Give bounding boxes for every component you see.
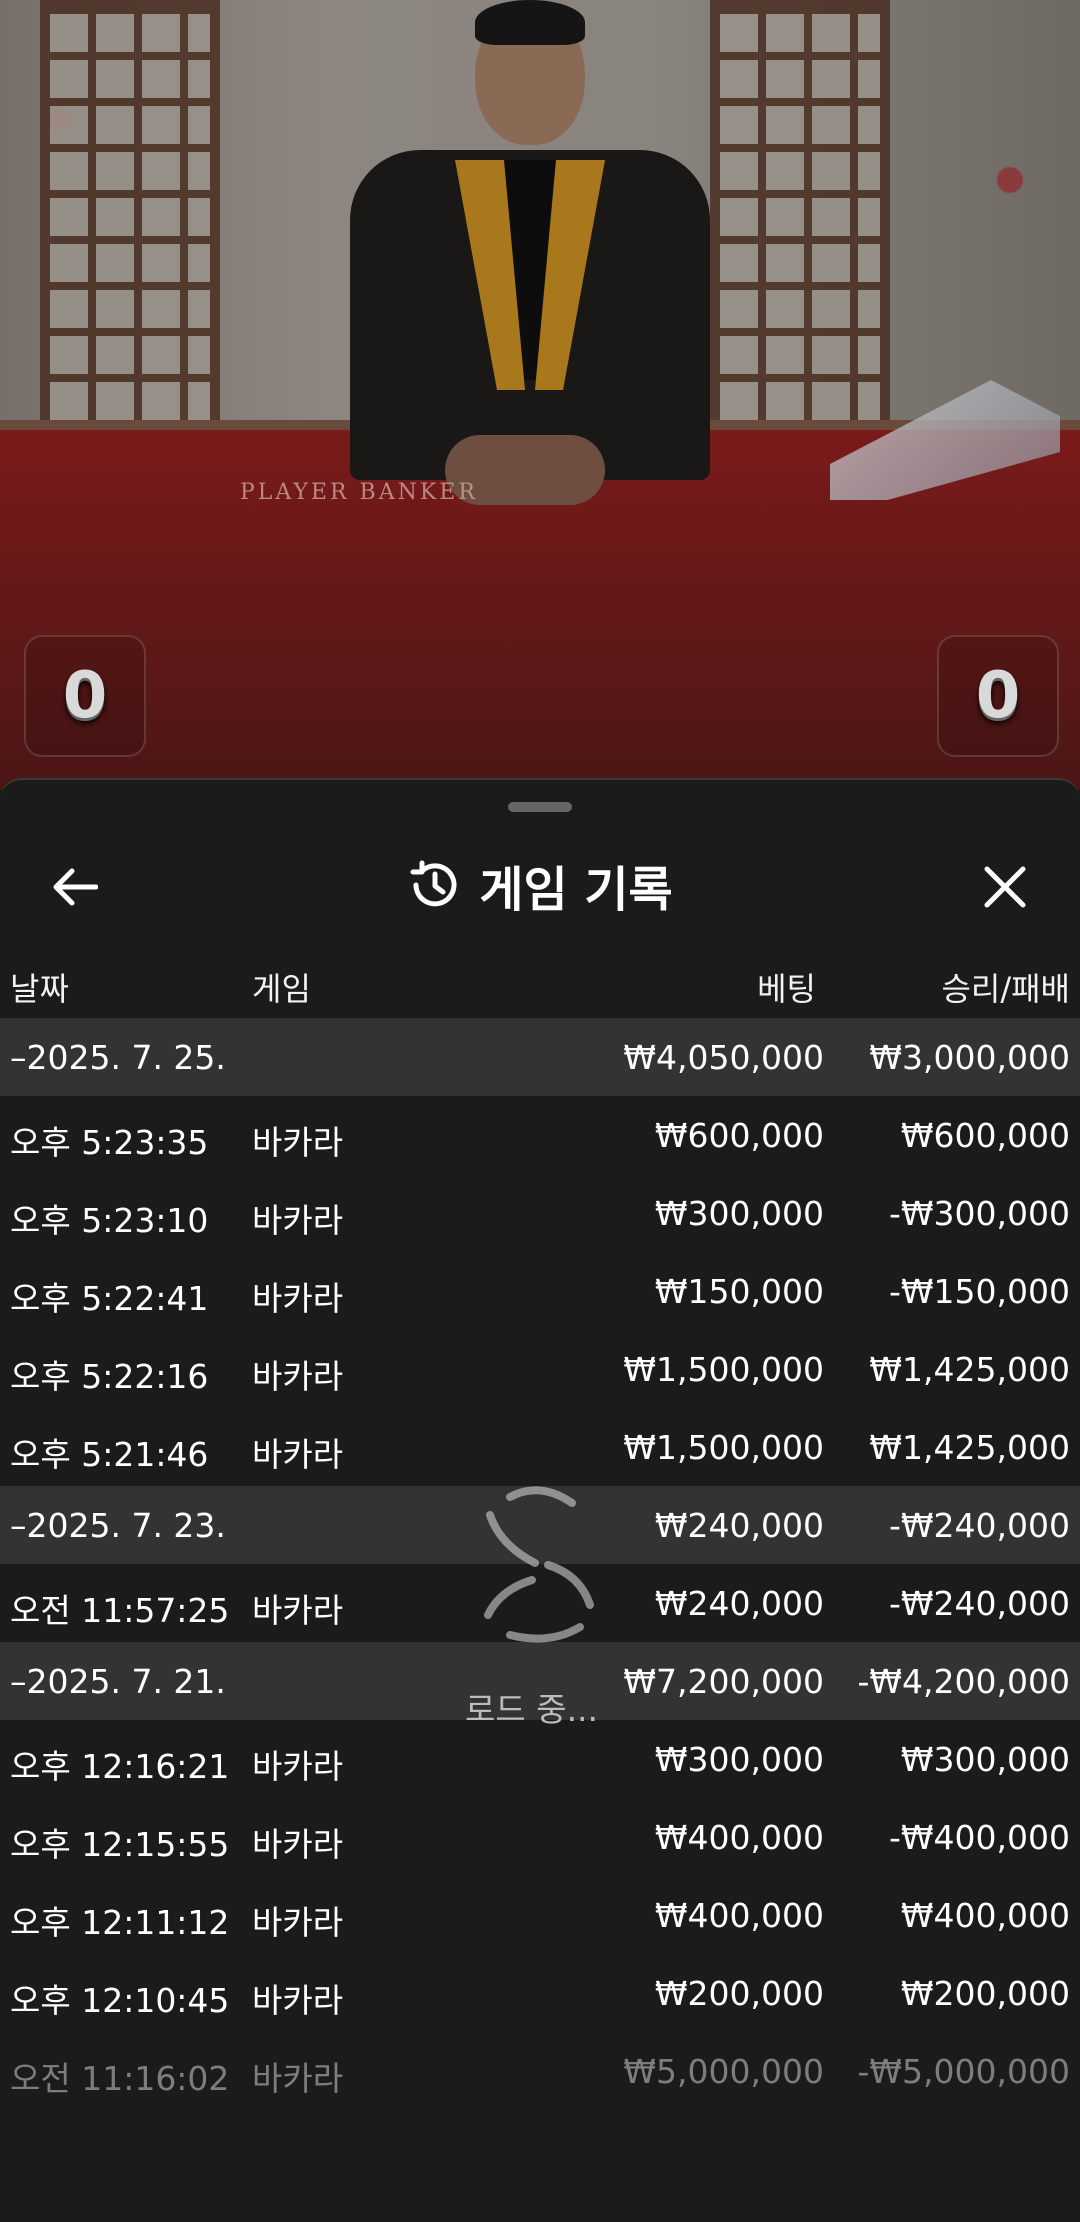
table-label: PLAYER BANKER [240,480,478,505]
row-result: ₩400,000 [900,1896,1070,1935]
row-result: -₩5,000,000 [857,2052,1071,2091]
group-date: –2025. 7. 23. [10,1506,226,1545]
row-time: 오후 12:16:21 [10,1747,230,1786]
row-game: 바카라 [252,1981,344,2020]
history-row: 오후 12:11:12 바카라 ₩400,000 ₩400,000 [0,1876,1080,1954]
row-bet: ₩600,000 [654,1116,824,1155]
row-bet: ₩150,000 [654,1272,824,1311]
group-result-total: -₩4,200,000 [857,1662,1071,1701]
row-game: 바카라 [252,2059,344,2098]
row-time: 오전 11:16:02 [10,2059,230,2098]
history-row: 오후 12:10:45 바카라 ₩200,000 ₩200,000 [0,1954,1080,2032]
banker-score-box: 0 [937,635,1059,757]
back-button[interactable] [40,852,110,922]
history-row: 오후 5:22:16 바카라 ₩1,500,000 ₩1,425,000 [0,1330,1080,1408]
row-result: ₩200,000 [900,1974,1070,2013]
row-bet: ₩200,000 [654,1974,824,2013]
column-result: 승리/패배 [941,970,1070,1008]
arrow-left-icon [53,868,98,906]
row-time: 오전 11:57:25 [10,1591,230,1630]
row-game: 바카라 [252,1435,344,1474]
sheet-header: 게임 기록 [0,830,1080,940]
group-bet-total: ₩7,200,000 [623,1662,824,1701]
history-row: 오후 5:21:46 바카라 ₩1,500,000 ₩1,425,000 [0,1408,1080,1486]
history-icon [410,860,457,907]
column-headers: 날짜 게임 베팅 승리/패배 [0,950,1080,1020]
row-game: 바카라 [252,1201,344,1240]
column-date: 날짜 [10,970,69,1008]
column-bet: 베팅 [757,970,816,1008]
row-bet: ₩1,500,000 [623,1428,824,1467]
date-group-row[interactable]: –2025. 7. 25. ₩4,050,000 ₩3,000,000 [0,1018,1080,1096]
history-row: 오후 5:23:35 바카라 ₩600,000 ₩600,000 [0,1096,1080,1174]
row-result: -₩300,000 [888,1194,1070,1233]
dealer [350,0,710,520]
history-row: 오후 12:16:21 바카라 ₩300,000 ₩300,000 [0,1720,1080,1798]
lattice-panel-left [40,0,220,430]
live-video-view: PLAYER BANKER 0 0 [0,0,1080,790]
group-date: –2025. 7. 21. [10,1662,226,1701]
row-game: 바카라 [252,1825,344,1864]
group-result-total: ₩3,000,000 [869,1038,1070,1077]
player-score: 0 [62,659,108,733]
row-bet: ₩300,000 [654,1740,824,1779]
row-result: ₩1,425,000 [869,1428,1070,1467]
loading-spinner-icon [484,1486,594,1643]
group-date: –2025. 7. 25. [10,1038,226,1077]
row-time: 오후 5:23:35 [10,1123,209,1162]
lattice-panel-right [710,0,890,430]
sheet-title: 게임 기록 [479,862,673,918]
row-game: 바카라 [252,1747,344,1786]
banker-score: 0 [975,659,1021,733]
row-bet: ₩400,000 [654,1896,824,1935]
history-row: 오후 5:23:10 바카라 ₩300,000 -₩300,000 [0,1174,1080,1252]
row-time: 오후 5:22:16 [10,1357,209,1396]
row-result: ₩300,000 [900,1740,1070,1779]
row-game: 바카라 [252,1123,344,1162]
history-row: 오전 11:16:02 바카라 ₩5,000,000 -₩5,000,000 [0,2032,1080,2110]
loading-text: 로드 중... [465,1690,599,1729]
close-button[interactable] [970,852,1040,922]
group-bet-total: ₩240,000 [654,1506,824,1545]
row-bet: ₩5,000,000 [623,2052,824,2091]
row-time: 오후 5:22:41 [10,1279,209,1318]
row-result: ₩1,425,000 [869,1350,1070,1389]
close-icon [984,866,1026,908]
row-bet: ₩1,500,000 [623,1350,824,1389]
group-bet-total: ₩4,050,000 [623,1038,824,1077]
column-game: 게임 [252,970,311,1008]
row-game: 바카라 [252,1903,344,1942]
row-bet: ₩240,000 [654,1584,824,1623]
player-score-box: 0 [24,635,146,757]
group-result-total: -₩240,000 [888,1506,1070,1545]
row-game: 바카라 [252,1591,344,1630]
row-time: 오후 12:15:55 [10,1825,230,1864]
row-bet: ₩400,000 [654,1818,824,1857]
row-result: -₩400,000 [888,1818,1070,1857]
row-time: 오후 5:21:46 [10,1435,209,1474]
row-result: -₩240,000 [888,1584,1070,1623]
row-bet: ₩300,000 [654,1194,824,1233]
row-result: ₩600,000 [900,1116,1070,1155]
row-time: 오후 5:23:10 [10,1201,209,1240]
row-result: -₩150,000 [888,1272,1070,1311]
history-row: 오후 12:15:55 바카라 ₩400,000 -₩400,000 [0,1798,1080,1876]
row-game: 바카라 [252,1357,344,1396]
history-row: 오후 5:22:41 바카라 ₩150,000 -₩150,000 [0,1252,1080,1330]
row-time: 오후 12:10:45 [10,1981,230,2020]
row-game: 바카라 [252,1279,344,1318]
row-time: 오후 12:11:12 [10,1903,230,1942]
sheet-drag-handle[interactable] [508,802,572,812]
